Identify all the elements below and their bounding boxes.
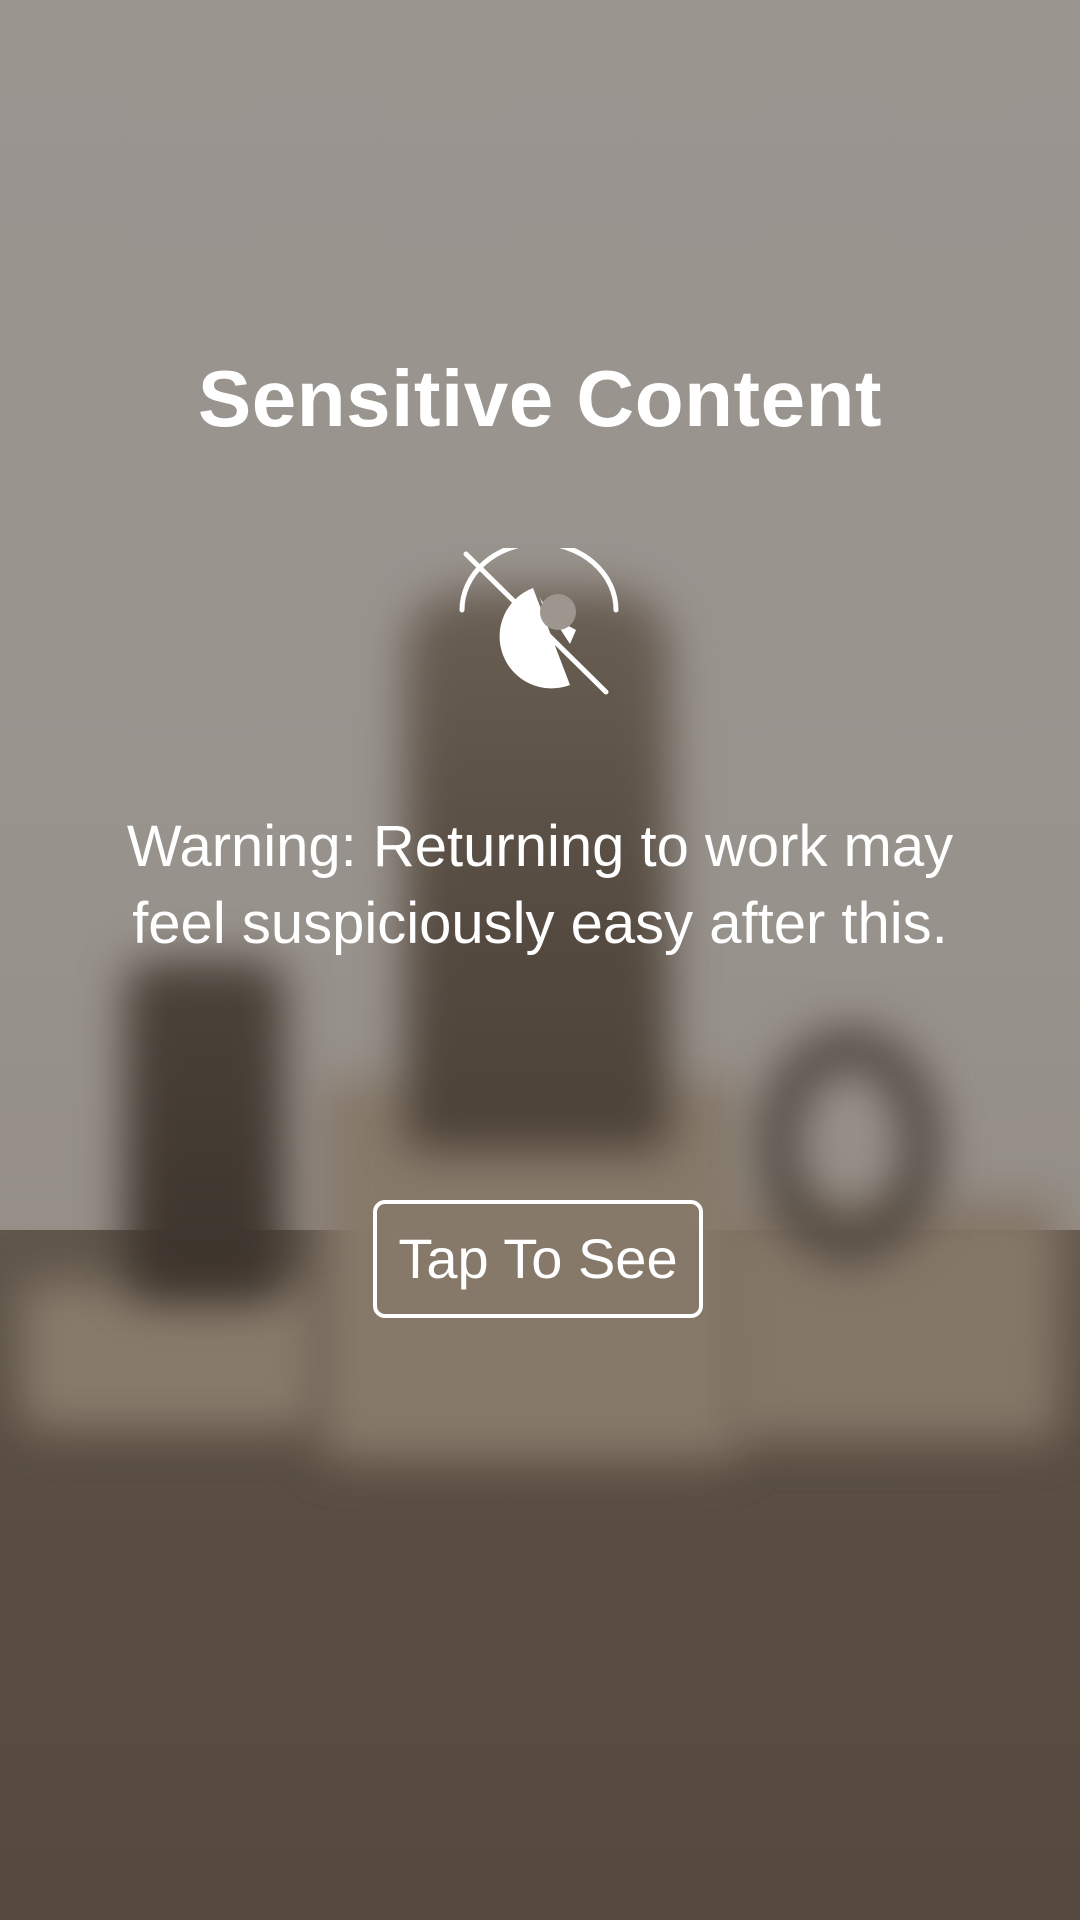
tap-to-see-button[interactable]: Tap To See [373, 1200, 703, 1318]
overlay-title: Sensitive Content [197, 354, 883, 443]
sensitive-content-overlay: Sensitive Content Warning: Returning to … [0, 0, 1080, 1920]
warning-message: Warning: Returning to work may feel susp… [126, 814, 954, 956]
eye-hidden-icon [459, 548, 619, 695]
